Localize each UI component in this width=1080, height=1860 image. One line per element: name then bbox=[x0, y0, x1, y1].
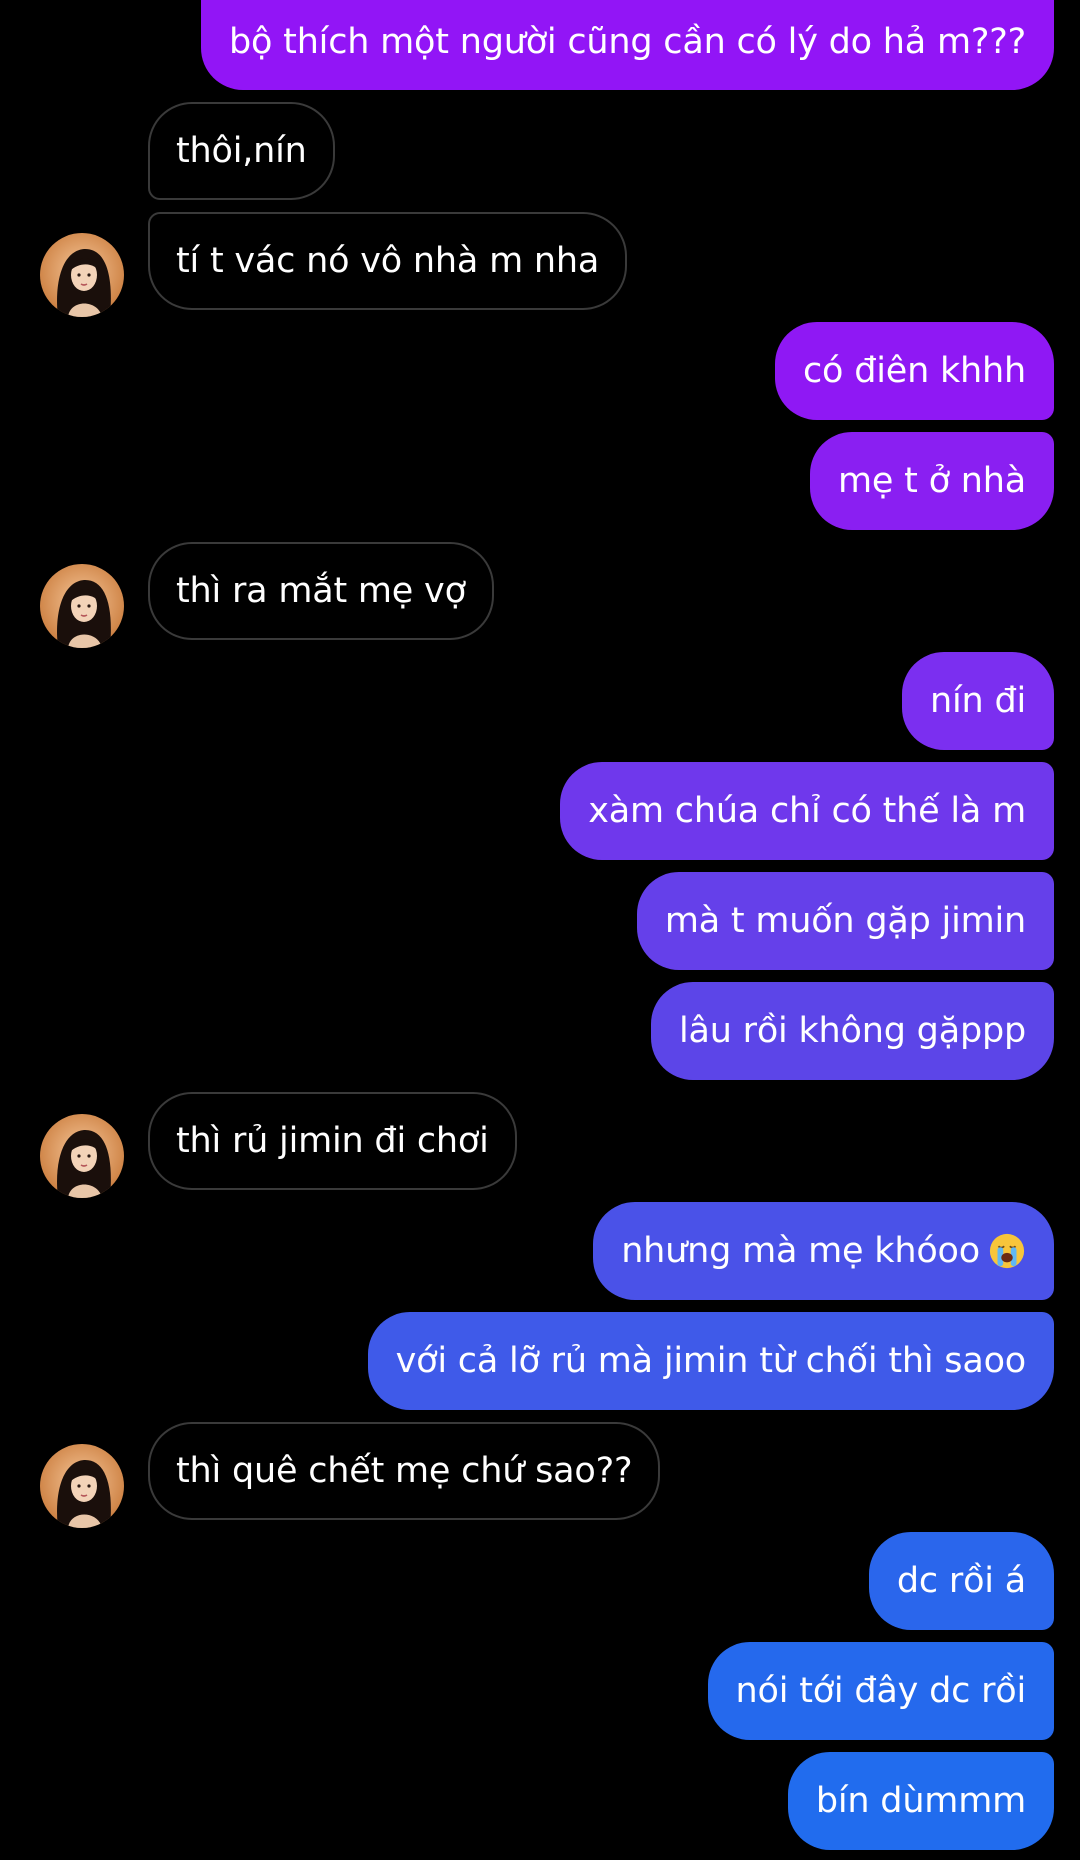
message-text: nhưng mà mẹ khóoo bbox=[621, 1231, 980, 1271]
message-bubble-outgoing[interactable]: mà t muốn gặp jimin bbox=[636, 872, 1054, 970]
message-text: thì rủ jimin đi chơi bbox=[176, 1121, 489, 1161]
message-bubble-outgoing[interactable]: lâu rồi không gặppp bbox=[650, 982, 1054, 1080]
message-bubble-incoming[interactable]: thì rủ jimin đi chơi bbox=[148, 1092, 517, 1190]
message-text: thì quê chết mẹ chứ sao?? bbox=[176, 1451, 633, 1491]
message-text: nín đi bbox=[930, 681, 1026, 721]
message-text: xàm chúa chỉ có thế là m bbox=[588, 791, 1026, 831]
contact-avatar[interactable] bbox=[40, 564, 124, 648]
message-bubble-outgoing[interactable]: nhưng mà mẹ khóoo bbox=[593, 1202, 1054, 1300]
message-bubble-incoming[interactable]: tí t vác nó vô nhà m nha bbox=[148, 212, 628, 310]
message-text: bộ thích một người cũng cần có lý do hả … bbox=[229, 22, 1026, 62]
message-bubble-incoming[interactable]: thì ra mắt mẹ vợ bbox=[148, 542, 494, 640]
message-text: dc rồi á bbox=[896, 1561, 1026, 1601]
message-text: tí t vác nó vô nhà m nha bbox=[176, 241, 600, 281]
message-bubble-incoming[interactable]: thì quê chết mẹ chứ sao?? bbox=[148, 1422, 661, 1520]
message-bubble-outgoing[interactable]: bộ thích một người cũng cần có lý do hả … bbox=[201, 0, 1054, 90]
message-text: mẹ t ở nhà bbox=[838, 461, 1026, 501]
message-text: mà t muốn gặp jimin bbox=[664, 901, 1026, 941]
message-bubble-outgoing[interactable]: mẹ t ở nhà bbox=[810, 432, 1054, 530]
message-text: lâu rồi không gặppp bbox=[678, 1011, 1026, 1051]
message-bubble-outgoing[interactable]: bín dùmmm bbox=[787, 1752, 1054, 1850]
message-text: với cả lỡ rủ mà jimin từ chối thì saoo bbox=[395, 1341, 1027, 1381]
loudly-crying-face-emoji bbox=[988, 1232, 1026, 1270]
message-text: thì ra mắt mẹ vợ bbox=[176, 571, 466, 611]
chat-thread: bộ thích một người cũng cần có lý do hả … bbox=[0, 0, 1080, 1860]
contact-avatar[interactable] bbox=[40, 1114, 124, 1198]
message-text: bín dùmmm bbox=[815, 1781, 1026, 1821]
message-bubble-incoming[interactable]: thôi,nín bbox=[148, 102, 335, 200]
message-bubble-outgoing[interactable]: nín đi bbox=[902, 652, 1054, 750]
message-text: nói tới đây dc rồi bbox=[735, 1671, 1027, 1711]
message-text: thôi,nín bbox=[176, 131, 307, 171]
contact-avatar[interactable] bbox=[40, 1444, 124, 1528]
message-bubble-outgoing[interactable]: nói tới đây dc rồi bbox=[707, 1642, 1054, 1740]
message-bubble-outgoing[interactable]: có điên khhh bbox=[775, 322, 1054, 420]
message-text: có điên khhh bbox=[803, 351, 1026, 391]
message-bubble-outgoing[interactable]: xàm chúa chỉ có thế là m bbox=[560, 762, 1054, 860]
message-bubble-outgoing[interactable]: dc rồi á bbox=[868, 1532, 1054, 1630]
contact-avatar[interactable] bbox=[40, 233, 124, 317]
message-bubble-outgoing[interactable]: với cả lỡ rủ mà jimin từ chối thì saoo bbox=[367, 1312, 1054, 1410]
